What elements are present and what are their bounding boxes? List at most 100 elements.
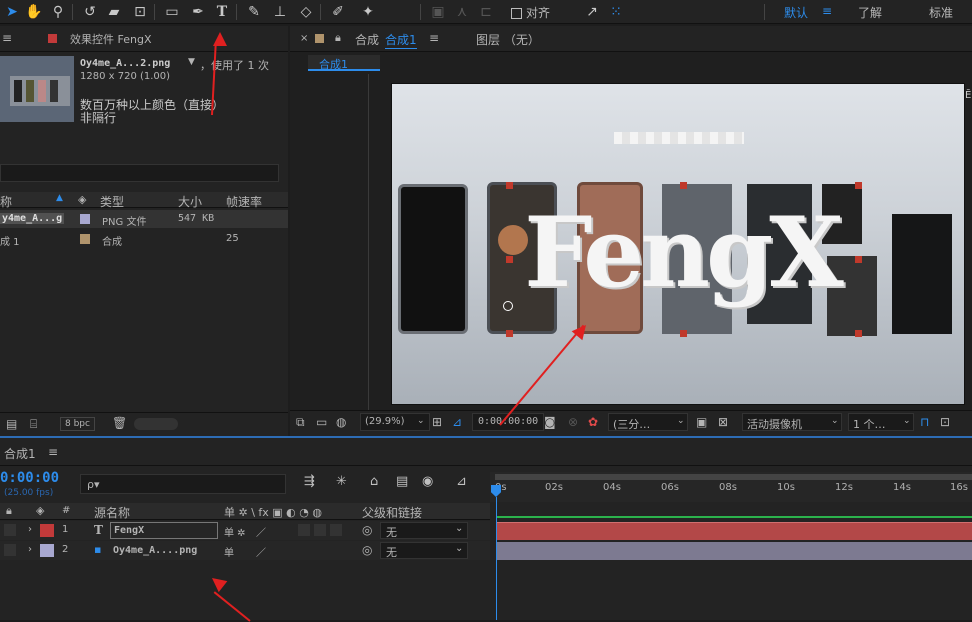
layer-1-bar[interactable] <box>497 522 972 540</box>
local-axis-icon[interactable]: ▣ <box>428 2 448 22</box>
camera-select[interactable]: 活动摄像机 ⌄ <box>742 413 842 431</box>
graph-editor-icon[interactable]: ⊿ <box>456 474 467 489</box>
bit-depth-button[interactable]: 8 bpc <box>60 417 95 431</box>
expand-arrow-icon[interactable]: › <box>28 524 32 535</box>
mask-icon[interactable]: ◍ <box>336 415 346 429</box>
close-icon[interactable]: × <box>300 33 308 44</box>
new-folder-icon[interactable]: ⌸ <box>30 417 37 432</box>
region-of-interest-icon[interactable]: ⊿ <box>452 415 462 429</box>
camera-tool-icon[interactable]: ▰ <box>104 2 124 22</box>
bounding-handle[interactable] <box>506 330 513 337</box>
rotate-tool-icon[interactable]: ↺ <box>80 2 100 22</box>
comp-mini-flowchart-icon[interactable]: ⇶ <box>304 474 315 489</box>
visibility-toggle[interactable] <box>4 544 16 556</box>
rectangle-tool-icon[interactable]: ▭ <box>162 2 182 22</box>
world-axis-icon[interactable]: ⋏ <box>452 2 472 22</box>
display-icon[interactable]: ▭ <box>316 415 327 429</box>
snap-options-icon[interactable]: ⁙ <box>606 2 626 22</box>
project-row-comp[interactable]: 成 1 合成 25 <box>0 230 288 248</box>
bounding-handle[interactable] <box>855 182 862 189</box>
visibility-toggle[interactable] <box>4 524 16 536</box>
zoom-select[interactable]: (29.9%) ⌄ <box>360 413 430 431</box>
layer-search-input[interactable]: ρ▾ <box>80 474 286 494</box>
puppet-pin-tool-icon[interactable]: ✦ <box>358 2 378 22</box>
shy-switch-icon[interactable]: 单 <box>224 544 234 559</box>
workspace-learn[interactable]: 了解 <box>858 4 882 21</box>
bounding-handle[interactable] <box>855 256 862 263</box>
type-tool-icon[interactable]: T <box>212 2 232 22</box>
brush-tool-icon[interactable]: ✎ <box>244 2 264 22</box>
lock-icon[interactable]: 🔒︎ <box>335 31 341 45</box>
comp-menu-icon[interactable]: ≡ <box>429 31 439 45</box>
snap-icon[interactable]: ↗ <box>582 2 602 22</box>
expand-arrow-icon[interactable]: › <box>28 544 32 555</box>
layer-tab[interactable]: 图层 （无） <box>476 31 540 48</box>
comp-canvas[interactable]: FengX <box>391 83 965 405</box>
roto-brush-tool-icon[interactable]: ✐ <box>328 2 348 22</box>
comp-tab-name[interactable]: 合成1 <box>385 31 417 49</box>
eraser-tool-icon[interactable]: ◇ <box>296 2 316 22</box>
selection-tool-icon[interactable]: ➤ <box>2 2 22 22</box>
column-parent[interactable]: 父级和链接 <box>362 504 422 521</box>
interpret-footage-icon[interactable]: ▤ <box>6 417 17 431</box>
thumbnail-slider[interactable] <box>134 418 178 430</box>
draft-3d-icon[interactable]: ✳ <box>336 474 347 489</box>
bounding-handle[interactable] <box>506 182 513 189</box>
align-checkbox[interactable]: 对齐 <box>511 4 550 21</box>
quality-switch-icon[interactable]: ／ <box>256 524 266 539</box>
effect-controls-tab[interactable]: 效果控件 FengX <box>70 31 151 47</box>
project-row-png[interactable]: y4me_A...g PNG 文件 547 KB <box>0 210 288 228</box>
parent-select[interactable]: 无 ⌄ <box>380 542 468 559</box>
pickwhip-icon[interactable]: ◎ <box>362 523 372 537</box>
comp-tab-label[interactable]: 合成 <box>355 31 379 48</box>
pan-behind-tool-icon[interactable]: ⊡ <box>130 2 150 22</box>
bounding-handle[interactable] <box>506 256 513 263</box>
clone-stamp-tool-icon[interactable]: ⊥ <box>270 2 290 22</box>
snapshot-icon[interactable]: ◙ <box>544 415 556 429</box>
work-area-bar[interactable] <box>495 474 972 480</box>
label-column-icon[interactable]: ◈ <box>78 193 86 206</box>
quality-switch-icon[interactable]: ／ <box>256 544 266 559</box>
workspace-standard[interactable]: 标准 <box>929 4 953 21</box>
layer-label-swatch[interactable] <box>40 544 54 557</box>
layer-row-2[interactable]: › 2 ▪ Oy4me_A....png 单 ／ ◎ 无 ⌄ <box>0 541 490 560</box>
comp-breadcrumb[interactable]: 合成1 <box>308 55 380 71</box>
pickwhip-icon[interactable]: ◎ <box>362 543 372 557</box>
label-swatch[interactable] <box>80 214 90 224</box>
bounding-handle[interactable] <box>680 182 687 189</box>
pen-tool-icon[interactable]: ✒ <box>188 2 208 22</box>
column-name[interactable]: 称 <box>0 193 12 210</box>
trash-icon[interactable]: 🗑 <box>112 416 127 430</box>
frame-blending-icon[interactable]: ▤ <box>396 474 408 489</box>
hand-tool-icon[interactable]: ✋ <box>24 2 44 22</box>
show-snapshot-icon[interactable]: ⊗ <box>568 415 578 429</box>
column-source-name[interactable]: 源名称 <box>94 504 130 521</box>
preview-icon[interactable]: ⧉ <box>296 415 305 430</box>
asset-dropdown-icon[interactable]: ▼ <box>188 57 195 67</box>
hide-shy-layers-icon[interactable]: ⌂ <box>370 474 378 489</box>
layer-name[interactable]: Oy4me_A....png <box>113 545 197 556</box>
layer-2-bar[interactable] <box>497 542 972 560</box>
workspace-menu-icon[interactable]: ≡ <box>822 4 832 18</box>
views-select[interactable]: 1 个… ⌄ <box>848 413 914 431</box>
column-type[interactable]: 类型 <box>100 193 124 210</box>
workspace-default[interactable]: 默认 <box>784 4 808 21</box>
layer-name[interactable]: FengX <box>110 522 218 539</box>
transparency-grid-icon[interactable]: ⊠ <box>718 415 728 429</box>
view-axis-icon[interactable]: ⊏ <box>476 2 496 22</box>
bounding-handle[interactable] <box>855 330 862 337</box>
timeline-menu-icon[interactable]: ≡ <box>48 445 58 459</box>
fengx-text-layer[interactable]: FengX <box>502 168 862 338</box>
project-search-input[interactable] <box>0 164 279 182</box>
sort-ascending-icon[interactable]: ▲ <box>56 193 63 203</box>
grid-icon[interactable]: ⊞ <box>432 415 442 429</box>
reset-exposure-icon[interactable]: ⊡ <box>940 415 950 429</box>
shy-switch-icon[interactable]: 单 ✲ <box>224 524 246 539</box>
bounding-handle[interactable] <box>680 330 687 337</box>
resolution-select[interactable]: (三分… ⌄ <box>608 413 688 431</box>
fast-preview-icon[interactable]: ▣ <box>696 415 707 429</box>
column-size[interactable]: 大小 <box>178 193 202 210</box>
layer-row-1[interactable]: › 1 T FengX 单 ✲ ／ ◎ 无 ⌄ <box>0 521 490 540</box>
column-fps[interactable]: 帧速率 <box>226 193 262 210</box>
project-menu-icon[interactable]: ≡ <box>2 31 12 45</box>
